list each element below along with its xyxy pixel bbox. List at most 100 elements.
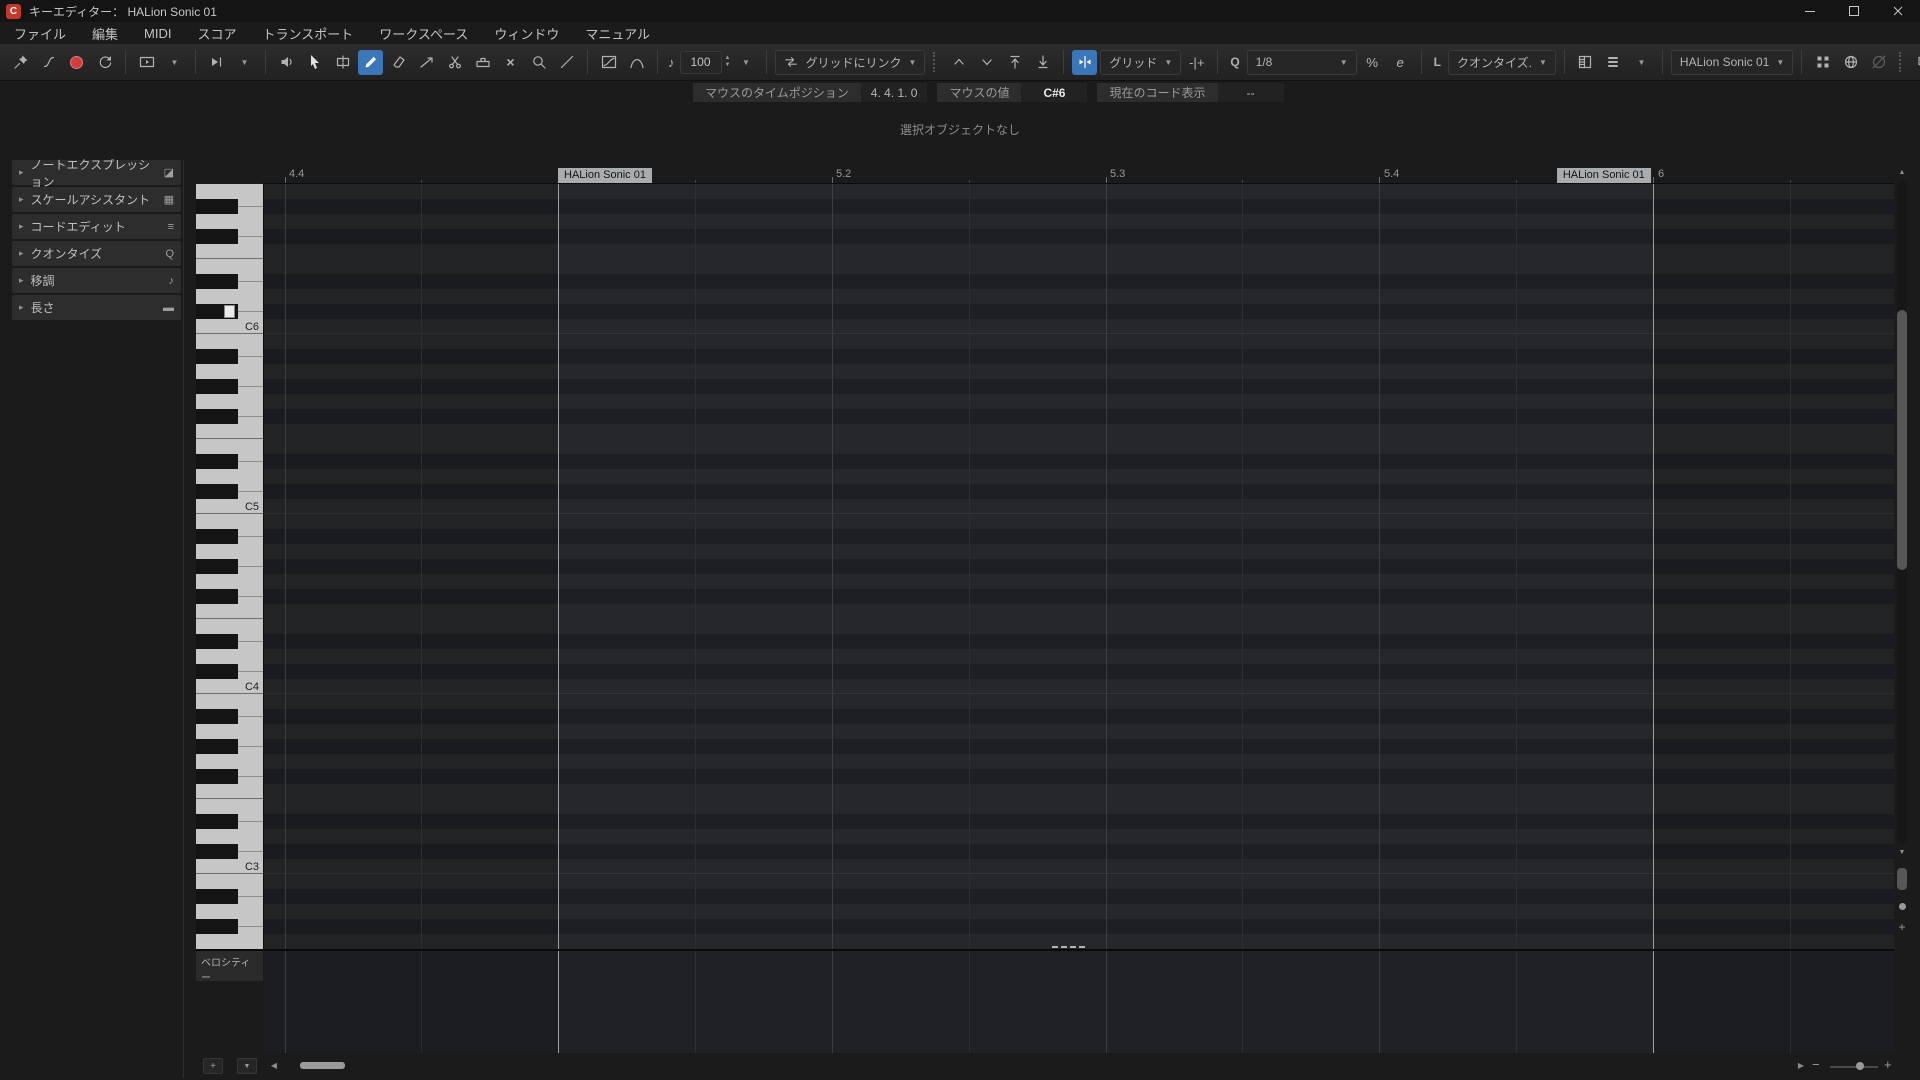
note-grid[interactable] (264, 184, 1894, 949)
object-selection-tool[interactable] (302, 50, 327, 75)
independent-loop-button[interactable] (1838, 50, 1863, 75)
v-zoom-in-button[interactable]: + (1894, 920, 1910, 934)
erase-tool[interactable] (386, 50, 411, 75)
lane-type-dropdown[interactable]: ▼ (237, 1058, 257, 1074)
black-key[interactable] (196, 709, 238, 724)
h-zoom-slider[interactable] (1830, 1066, 1878, 1068)
draw-tool[interactable] (358, 50, 383, 75)
menu-item[interactable]: MIDI (144, 26, 171, 41)
note-display-button[interactable] (204, 50, 229, 75)
sidebar-section-header[interactable]: ▸コードエディット≡ (12, 214, 181, 239)
smooth-curve-button[interactable] (624, 50, 649, 75)
trim-tool[interactable] (414, 50, 439, 75)
black-key[interactable] (196, 229, 238, 244)
velocity-lane[interactable] (264, 951, 1894, 1053)
black-key[interactable] (196, 409, 238, 424)
zoom-in-button[interactable]: + (1884, 1057, 1892, 1072)
insert-velocity-dropdown[interactable]: ▼ (733, 50, 758, 75)
black-key[interactable] (196, 274, 238, 289)
line-tool[interactable] (554, 50, 579, 75)
record-in-editor-button[interactable] (64, 50, 89, 75)
menu-item[interactable]: スコア (197, 24, 236, 43)
pitch-visibility-button[interactable] (1573, 50, 1598, 75)
black-key[interactable] (196, 739, 238, 754)
move-down-button[interactable] (1030, 50, 1055, 75)
black-key[interactable] (196, 664, 238, 679)
black-key[interactable] (196, 484, 238, 499)
track-visibility-button[interactable] (1601, 50, 1626, 75)
snap-type-select[interactable]: グリッド ▼ (1100, 50, 1181, 75)
maximize-button[interactable] (1832, 0, 1876, 22)
part-name-tag[interactable]: HALion Sonic 01 (1557, 168, 1651, 183)
quantize-panel-button[interactable]: e (1388, 50, 1413, 75)
snap-button[interactable] (1072, 50, 1097, 75)
vertical-scrollbar-thumb[interactable] (1897, 310, 1907, 570)
sidebar-section-header[interactable]: ▸スケールアシスタント▦ (12, 187, 181, 212)
black-key[interactable] (196, 589, 238, 604)
black-key[interactable] (196, 529, 238, 544)
scroll-left-button[interactable]: ◀ (267, 1057, 281, 1073)
note-display-dropdown[interactable]: ▼ (232, 50, 257, 75)
sidebar-section-header[interactable]: ▸ノートエクスプレッション◪ (12, 160, 181, 185)
menu-item[interactable]: ファイル (14, 24, 66, 43)
move-up-button[interactable] (1002, 50, 1027, 75)
black-key[interactable] (196, 199, 238, 214)
visibility-dropdown[interactable]: ▼ (1629, 50, 1654, 75)
sidebar-section-header[interactable]: ▸移調♪ (12, 268, 181, 293)
autoscroll-dropdown[interactable]: ▼ (162, 50, 187, 75)
scroll-right-button[interactable]: ▶ (1794, 1057, 1808, 1073)
menu-item[interactable]: ウィンドウ (494, 24, 559, 43)
grid-link-select[interactable]: グリッドにリンク ▼ (775, 50, 925, 75)
black-key[interactable] (196, 814, 238, 829)
horizontal-scrollbar-thumb[interactable] (300, 1062, 345, 1069)
length-quantize-select[interactable]: クオンタイズ. ▼ (1448, 50, 1556, 75)
range-selection-tool[interactable] (330, 50, 355, 75)
menu-item[interactable]: トランスポート (263, 24, 354, 43)
quantize-preset-select[interactable]: 1/8 ▼ (1247, 50, 1357, 75)
v-zoom-handle[interactable] (1899, 903, 1906, 910)
nudge-up-button[interactable] (946, 50, 971, 75)
ruler[interactable]: 4.45.25.35.46HALion Sonic 01HALion Sonic… (263, 165, 1894, 184)
sidebar-section-header[interactable]: ▸クオンタイズQ (12, 241, 181, 266)
black-key[interactable] (196, 349, 238, 364)
v-zoom-thumb[interactable] (1897, 868, 1907, 890)
h-zoom-handle[interactable] (1856, 1062, 1864, 1070)
scroll-down-button[interactable]: ▼ (1894, 845, 1910, 859)
solo-editor-button[interactable] (36, 50, 61, 75)
nudge-down-button[interactable] (974, 50, 999, 75)
black-key[interactable] (196, 634, 238, 649)
mute-tool[interactable]: × (498, 50, 523, 75)
split-tool[interactable] (442, 50, 467, 75)
insert-velocity-stepper[interactable]: ▲▼ (725, 55, 731, 69)
menu-item[interactable]: ワークスペース (379, 24, 468, 43)
menu-item[interactable]: マニュアル (585, 24, 650, 43)
part-select[interactable]: HALion Sonic 01 ▼ (1671, 50, 1793, 75)
scroll-up-button[interactable]: ▲ (1894, 165, 1910, 179)
apply-quantize-button[interactable]: % (1360, 50, 1385, 75)
snap-offset-button[interactable]: -|+ (1184, 50, 1209, 75)
piano-keyboard[interactable]: C6C5C4C3 (196, 184, 264, 949)
glue-tool[interactable] (470, 50, 495, 75)
zoom-out-button[interactable]: − (1812, 1057, 1820, 1072)
close-button[interactable] (1876, 0, 1920, 22)
black-key[interactable] (196, 889, 238, 904)
retrospective-record-button[interactable] (92, 50, 117, 75)
black-key[interactable] (196, 844, 238, 859)
show-part-borders-button[interactable] (1810, 50, 1835, 75)
black-key[interactable] (196, 919, 238, 934)
acoustic-feedback-button[interactable] (274, 50, 299, 75)
autoscroll-button[interactable] (134, 50, 159, 75)
event-colors-button[interactable] (1912, 50, 1920, 75)
sidebar-section-header[interactable]: ▸長さ▬ (12, 295, 181, 320)
black-key[interactable] (196, 454, 238, 469)
lane-divider-handle[interactable] (1052, 946, 1085, 948)
black-key[interactable] (196, 769, 238, 784)
midi-playback-button[interactable] (1866, 50, 1891, 75)
add-lane-button[interactable]: + (203, 1058, 223, 1074)
pin-button[interactable] (8, 50, 33, 75)
minimize-button[interactable] (1788, 0, 1832, 22)
part-name-tag[interactable]: HALion Sonic 01 (558, 168, 652, 183)
curve-display-button[interactable] (596, 50, 621, 75)
black-key[interactable] (196, 379, 238, 394)
zoom-tool[interactable] (526, 50, 551, 75)
